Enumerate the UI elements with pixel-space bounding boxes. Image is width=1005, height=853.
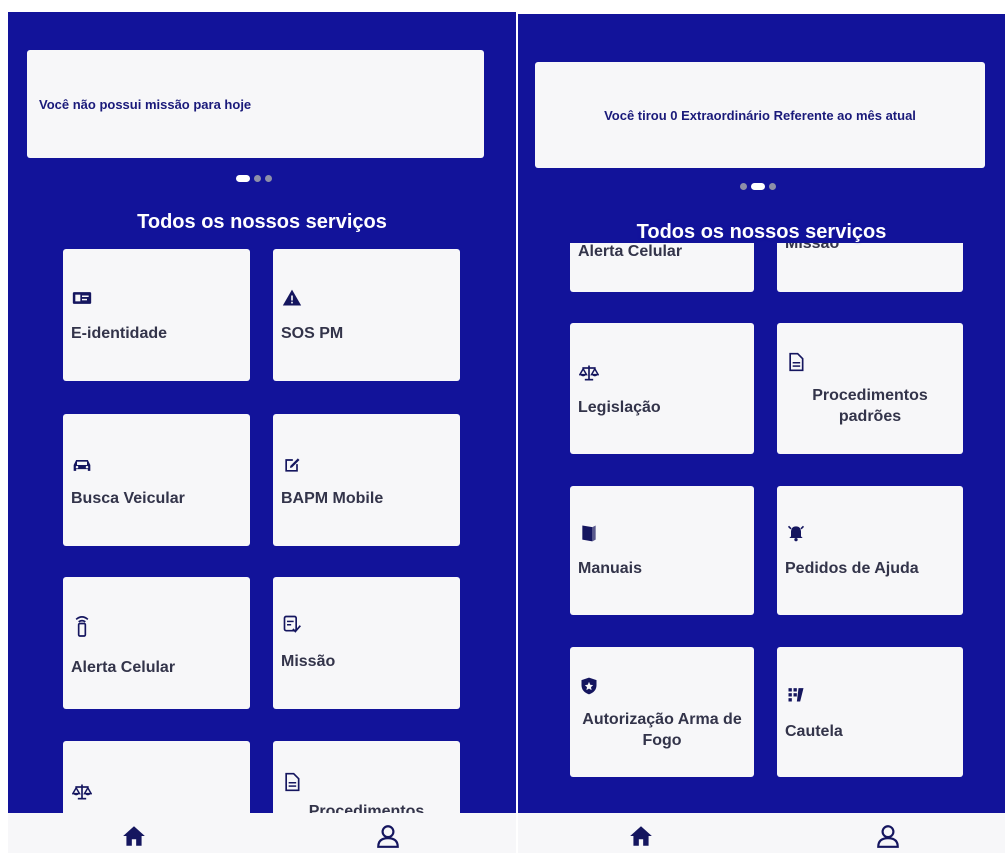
service-card-label: Cautela: [785, 723, 843, 740]
extraordinary-banner[interactable]: Você tirou 0 Extraordinário Referente ao…: [535, 62, 985, 168]
document-icon: [785, 351, 807, 373]
left-screen: Você não possui missão para hoje Todos o…: [8, 12, 516, 853]
service-card-label: Busca Veicular: [71, 490, 185, 507]
service-card-e-identidade[interactable]: E-identidade: [63, 249, 250, 381]
service-card-legislacao[interactable]: Legislação: [570, 323, 754, 454]
document-icon: [281, 771, 303, 793]
warning-icon: [281, 287, 303, 309]
scales-icon: [578, 362, 600, 384]
service-card-busca-veicular[interactable]: Busca Veicular: [63, 414, 250, 546]
service-card-pedidos-de-ajuda[interactable]: Pedidos de Ajuda: [777, 486, 963, 615]
shield-star-icon: [578, 675, 600, 697]
service-card-label: Procedimentos padrões: [812, 387, 928, 425]
checklist-icon: [281, 613, 303, 635]
service-card-label: Missão: [785, 243, 840, 252]
service-card-label: Pedidos de Ajuda: [785, 560, 919, 577]
car-icon: [71, 454, 93, 476]
service-card-alerta-celular[interactable]: Alerta Celular: [63, 577, 250, 709]
edit-icon: [281, 454, 303, 476]
bottom-tab-bar: [8, 813, 516, 853]
services-title: Todos os nossos serviços: [636, 221, 887, 243]
user-icon[interactable]: [875, 823, 901, 849]
service-card-label: Alerta Celular: [71, 659, 176, 676]
extraordinary-banner-text: Você tirou 0 Extraordinário Referente ao…: [604, 107, 916, 123]
carousel-dot[interactable]: [740, 183, 747, 190]
service-card-bapm-mobile[interactable]: BAPM Mobile: [273, 414, 460, 546]
bottom-tab-bar: [518, 813, 1005, 853]
phone-signal-icon: [71, 611, 93, 641]
carousel-dot[interactable]: [751, 183, 765, 190]
service-card-alerta-celular[interactable]: Alerta Celular: [570, 243, 754, 292]
tally-icon: [785, 683, 807, 705]
service-card-label: Missão: [281, 653, 336, 670]
home-icon[interactable]: [628, 823, 654, 849]
service-card-procedimentos-padroes[interactable]: Procedimentos padrões: [777, 323, 963, 454]
service-card-autorizacao-arma[interactable]: Autorização Arma de Fogo: [570, 647, 754, 777]
user-icon[interactable]: [375, 823, 401, 849]
service-card-label: BAPM Mobile: [281, 490, 384, 507]
service-card-label: Alerta Celular: [578, 243, 683, 260]
home-icon[interactable]: [121, 823, 147, 849]
service-card-sos-pm[interactable]: SOS PM: [273, 249, 460, 381]
scales-icon: [71, 781, 93, 803]
id-card-icon: [71, 287, 93, 309]
service-card-missao[interactable]: Missão: [273, 577, 460, 709]
service-card-cautela[interactable]: Cautela: [777, 647, 963, 777]
carousel-indicator[interactable]: [740, 183, 776, 190]
service-card-label: E-identidade: [71, 325, 168, 342]
service-card-label: Legislação: [578, 399, 661, 416]
service-card-missao[interactable]: Missão: [777, 243, 963, 292]
bell-alert-icon: [785, 522, 807, 544]
services-grid: Alerta Celular Missão Legislação Procedi…: [518, 243, 1005, 818]
service-card-label: Autorização Arma de Fogo: [582, 711, 742, 749]
carousel-dot[interactable]: [769, 183, 776, 190]
book-icon: [578, 522, 600, 544]
services-grid: E-identidade SOS PM Busca Veicular BAPM …: [8, 12, 516, 853]
service-card-manuais[interactable]: Manuais: [570, 486, 754, 615]
right-screen: Você tirou 0 Extraordinário Referente ao…: [518, 14, 1005, 853]
service-card-label: Manuais: [578, 560, 643, 577]
service-card-label: SOS PM: [281, 325, 344, 342]
